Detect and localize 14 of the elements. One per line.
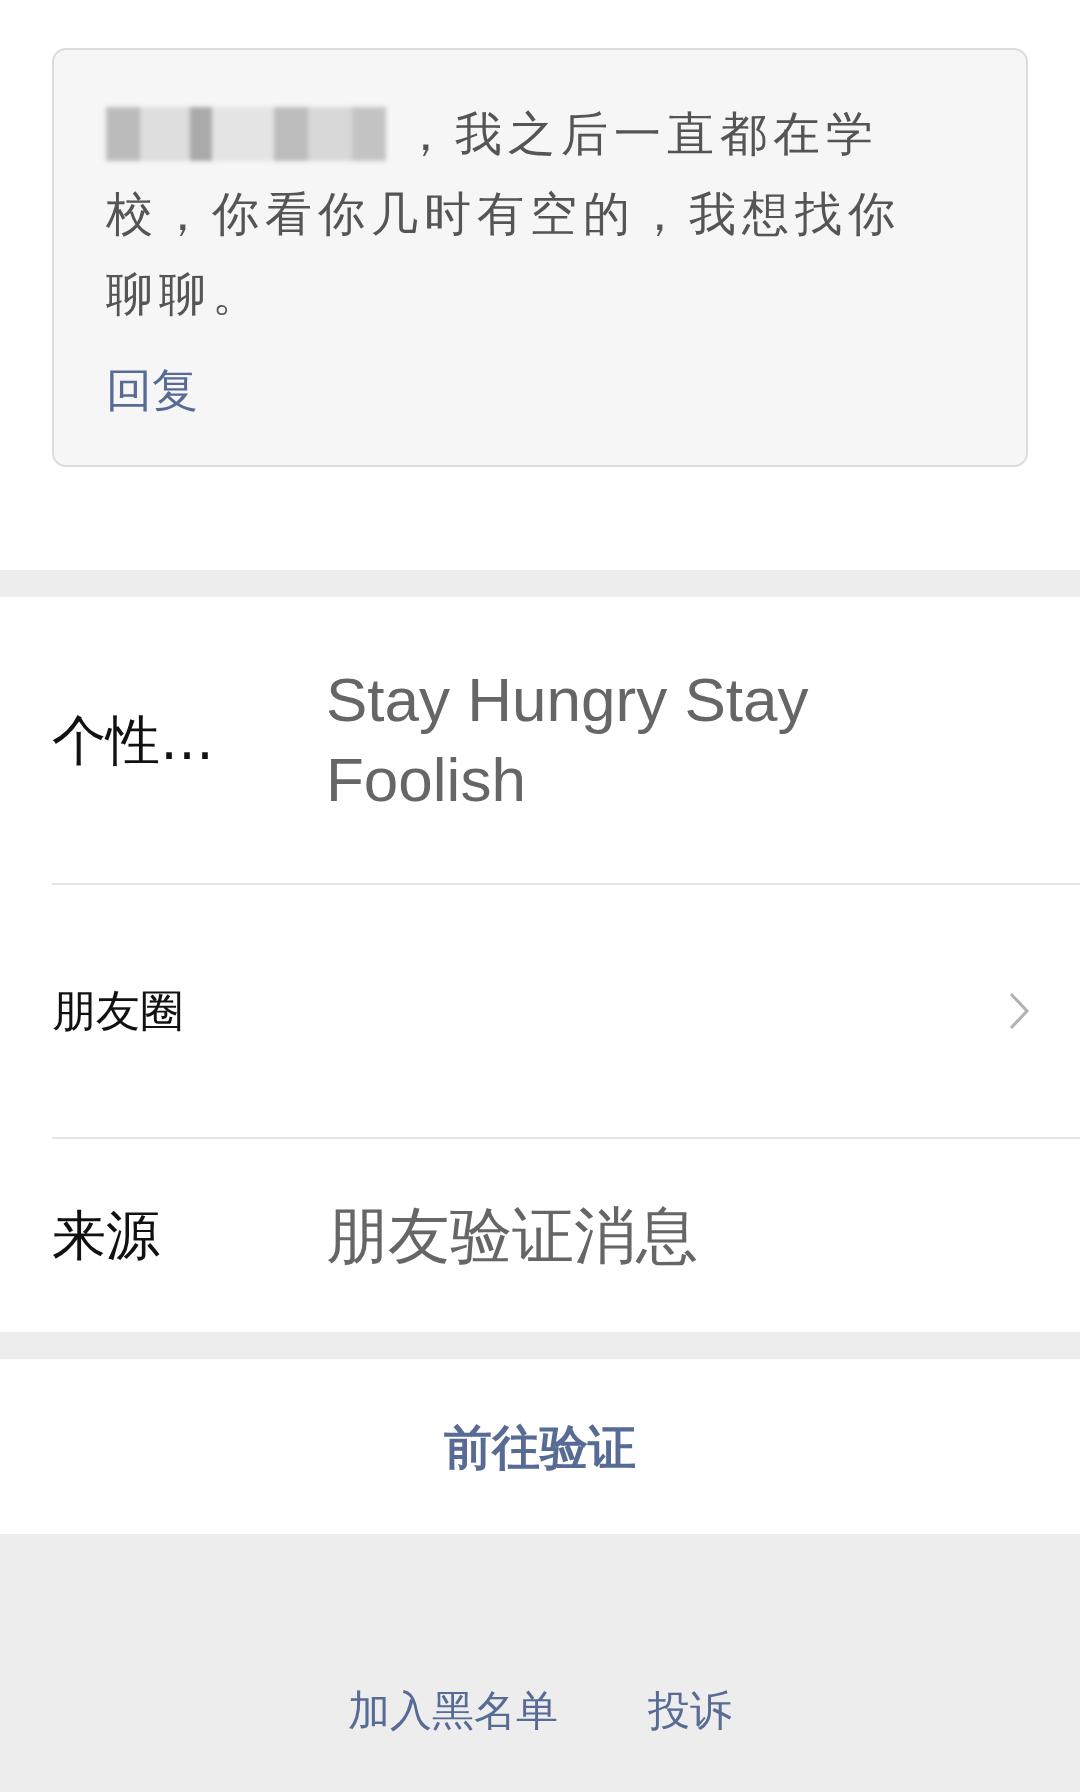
footer-link[interactable]: 加入黑名单 [348,1679,558,1742]
verify-button[interactable]: 前往验证 [0,1359,1080,1534]
message-line: 校，你看你几时有空的，我想找你 [106,185,902,243]
message-line: ，我之后一直都在学 [402,105,879,163]
chevron-right-icon [1008,991,1030,1031]
footer-link[interactable]: 投诉 [648,1679,732,1742]
reply-link[interactable]: 回复 [106,356,198,425]
row-value: Stay Hungry Stay Foolish [326,664,810,816]
row-label: 来源 [52,1203,161,1269]
row-label: 个性… [52,707,215,774]
message-line: 聊聊。 [106,265,266,323]
moments-row[interactable]: 朋友圈 [52,885,1080,1139]
row-value: 朋友验证消息 [326,1197,698,1274]
row-label: 朋友圈 [52,984,185,1038]
